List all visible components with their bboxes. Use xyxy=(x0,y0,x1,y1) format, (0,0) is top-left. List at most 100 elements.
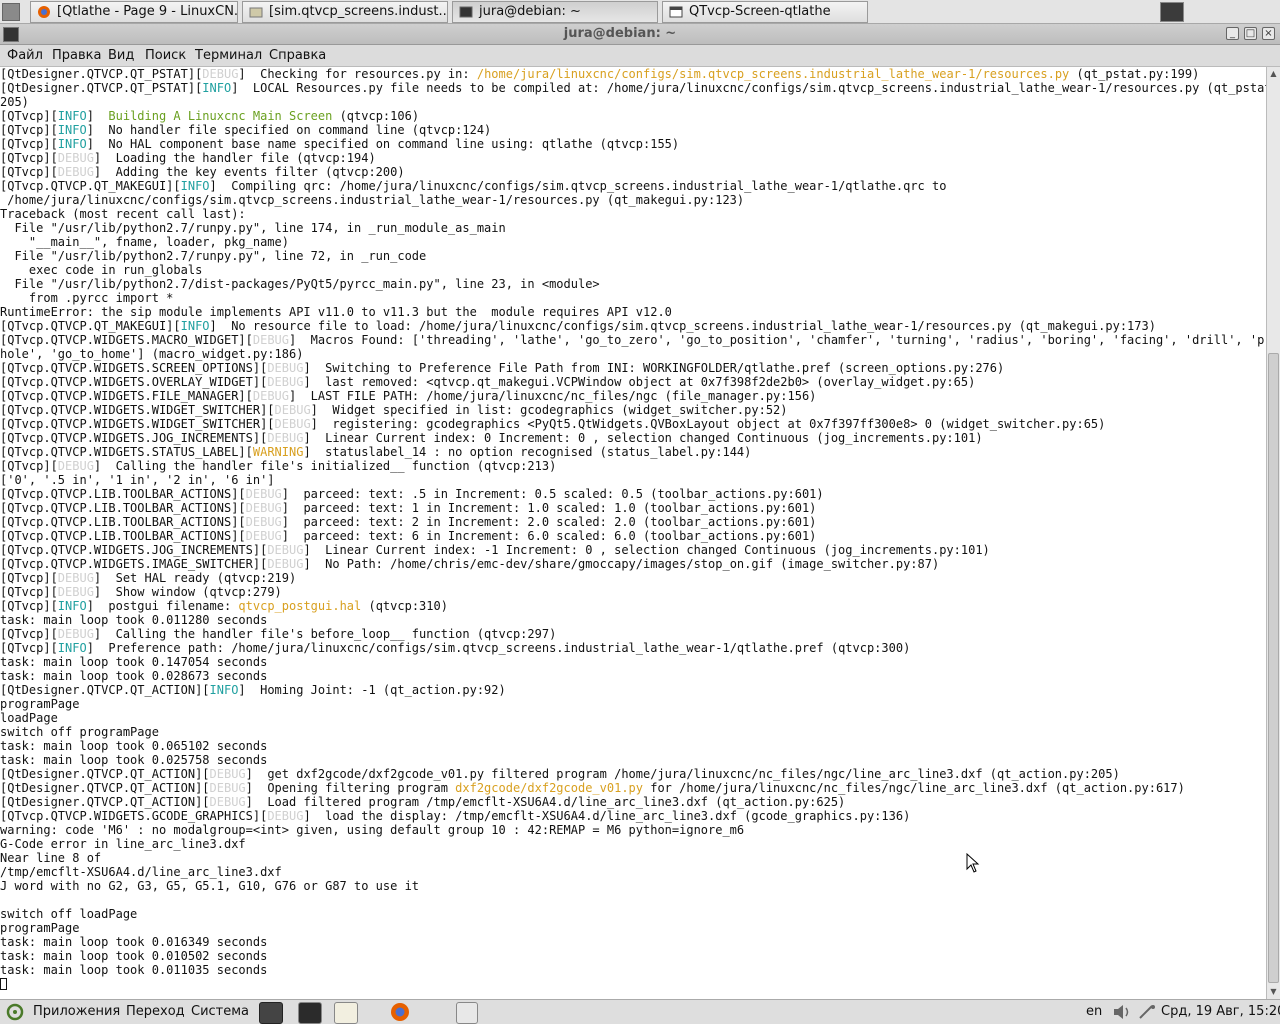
log-text: programPage xyxy=(0,697,80,711)
menu-search[interactable]: Поиск xyxy=(145,48,186,63)
terminal-line: [QTvcp][INFO] postgui filename: qtvcp_po… xyxy=(0,599,1266,613)
log-level-debug: DEBUG xyxy=(267,361,304,375)
log-text: Traceback (most recent call last): xyxy=(0,207,246,221)
menu-terminal[interactable]: Терминал xyxy=(195,48,262,63)
log-text: [QtDesigner.QTVCP.QT_ACTION][ xyxy=(0,683,210,697)
minimize-button[interactable]: _ xyxy=(1226,27,1239,40)
log-text: ] Load filtered program /tmp/emcflt-XSU6… xyxy=(245,795,846,809)
system-menu[interactable]: Система xyxy=(191,1004,249,1019)
maximize-button[interactable]: □ xyxy=(1244,27,1257,40)
terminal-line: [QTvcp][INFO] Preference path: /home/jur… xyxy=(0,641,1266,655)
log-text: [QTvcp][ xyxy=(0,165,58,179)
places-menu[interactable]: Переход xyxy=(126,1004,185,1019)
taskbar-button-qtvcp[interactable]: QTvcp-Screen-qtlathe xyxy=(662,1,868,23)
terminal-line: [QTvcp.QTVCP.WIDGETS.FILE_MANAGER][DEBUG… xyxy=(0,389,1266,403)
log-text: [QtDesigner.QTVCP.QT_PSTAT][ xyxy=(0,67,203,81)
scroll-down-arrow-icon[interactable]: ▼ xyxy=(1267,985,1280,999)
taskbar-button-forum[interactable]: [Qtlathe - Page 9 - LinuxCN... xyxy=(30,1,238,23)
log-text: [QTvcp][ xyxy=(0,151,58,165)
terminal-line: [QtDesigner.QTVCP.QT_ACTION][DEBUG] Load… xyxy=(0,795,1266,809)
log-text: [QtDesigner.QTVCP.QT_PSTAT][ xyxy=(0,81,203,95)
terminal-line: loadPage xyxy=(0,711,1266,725)
terminal-line: hole', 'go_to_home'] (macro_widget.py:18… xyxy=(0,347,1266,361)
menu-file[interactable]: Файл xyxy=(7,48,43,63)
log-text: task: main loop took 0.011280 seconds xyxy=(0,613,268,627)
log-text: "__main__", fname, loader, pkg_name) xyxy=(0,235,289,249)
terminal-line: RuntimeError: the sip module implements … xyxy=(0,305,1266,319)
log-text: [QTvcp.QTVCP.LIB.TOOLBAR_ACTIONS][ xyxy=(0,515,246,529)
log-text: [QTvcp.QTVCP.LIB.TOOLBAR_ACTIONS][ xyxy=(0,487,246,501)
scrollbar-thumb[interactable] xyxy=(1268,353,1279,983)
log-text: ] parceed: text: 2 in Increment: 2.0 sca… xyxy=(281,515,817,529)
log-level-debug: DEBUG xyxy=(57,459,94,473)
terminal-line: [QTvcp.QTVCP.QT_MAKEGUI][INFO] No resour… xyxy=(0,319,1266,333)
menu-view[interactable]: Вид xyxy=(108,48,134,63)
log-text: /home/jura/linuxcnc/configs/sim.qtvcp_sc… xyxy=(0,193,745,207)
log-level-info: INFO xyxy=(202,81,232,95)
log-text: loadPage xyxy=(0,711,58,725)
terminal-line: [QTvcp][INFO] No handler file specified … xyxy=(0,123,1266,137)
terminal-line: [QTvcp.QTVCP.WIDGETS.IMAGE_SWITCHER][DEB… xyxy=(0,557,1266,571)
terminal-line: programPage xyxy=(0,697,1266,711)
taskbar-button-label: jura@debian: ~ xyxy=(479,4,581,19)
terminal-line: [QtDesigner.QTVCP.QT_ACTION][DEBUG] get … xyxy=(0,767,1266,781)
terminal-line: G-Code error in line_arc_line3.dxf xyxy=(0,837,1266,851)
log-level-debug: DEBUG xyxy=(57,165,94,179)
network-icon[interactable] xyxy=(1138,1004,1156,1020)
taskbar-button-label: QTvcp-Screen-qtlathe xyxy=(689,4,831,19)
terminal-line: [QTvcp.QTVCP.WIDGETS.GCODE_GRAPHICS][DEB… xyxy=(0,809,1266,823)
linuxcnc-launcher-icon[interactable] xyxy=(259,1002,283,1024)
log-text: ] Widget specified in list: gcodegraphic… xyxy=(310,403,788,417)
log-text: [QTvcp.QTVCP.WIDGETS.WIDGET_SWITCHER][ xyxy=(0,403,275,417)
terminal-line: warning: code 'M6' : no modalgroup=<int>… xyxy=(0,823,1266,837)
terminal-line: [QTvcp][DEBUG] Set HAL ready (qtvcp:219) xyxy=(0,571,1266,585)
log-level-hl: qtvcp_postgui.hal xyxy=(238,599,362,613)
log-level-debug: DEBUG xyxy=(267,431,304,445)
log-text: task: main loop took 0.025758 seconds xyxy=(0,753,268,767)
close-button[interactable]: × xyxy=(1262,27,1275,40)
taskbar-button-terminal[interactable]: jura@debian: ~ xyxy=(452,1,658,23)
taskbar-button-file-manager[interactable]: [sim.qtvcp_screens.indust... xyxy=(242,1,448,23)
log-text: 205) xyxy=(0,95,29,109)
log-level-debug: DEBUG xyxy=(245,501,282,515)
volume-icon[interactable] xyxy=(1112,1004,1132,1020)
log-text: task: main loop took 0.011035 seconds xyxy=(0,963,268,977)
log-text: [QTvcp.QTVCP.LIB.TOOLBAR_ACTIONS][ xyxy=(0,501,246,515)
menu-edit[interactable]: Правка xyxy=(52,48,101,63)
log-level-green: Building A Linuxcnc Main Screen xyxy=(108,109,333,123)
log-text: ] Calling the handler file's initialized… xyxy=(93,459,557,473)
log-text: task: main loop took 0.016349 seconds xyxy=(0,935,268,949)
terminal-line: [QTvcp.QTVCP.WIDGETS.JOG_INCREMENTS][DEB… xyxy=(0,543,1266,557)
terminal-scrollbar[interactable]: ▲ ▼ xyxy=(1266,67,1280,999)
terminal-launcher-icon[interactable] xyxy=(298,1002,322,1024)
menu-help[interactable]: Справка xyxy=(269,48,326,63)
log-text: ] No Path: /home/chris/emc-dev/share/gmo… xyxy=(303,557,940,571)
terminal-line: [QTvcp][DEBUG] Calling the handler file'… xyxy=(0,627,1266,641)
keyboard-layout-indicator[interactable]: en xyxy=(1086,1004,1102,1019)
trash-applet-icon[interactable] xyxy=(456,1002,478,1024)
log-text: File "/usr/lib/python2.7/runpy.py", line… xyxy=(0,249,427,263)
terminal-line: [QTvcp.QTVCP.WIDGETS.WIDGET_SWITCHER][DE… xyxy=(0,403,1266,417)
log-text: /tmp/emcflt-XSU6A4.d/line_arc_line3.dxf xyxy=(0,865,282,879)
log-level-info: INFO xyxy=(209,683,239,697)
log-level-debug: DEBUG xyxy=(267,557,304,571)
log-text: ] Adding the key events filter (qtvcp:20… xyxy=(93,165,405,179)
log-text: [QtDesigner.QTVCP.QT_ACTION][ xyxy=(0,795,210,809)
log-text: ] Calling the handler file's before_loop… xyxy=(93,627,557,641)
show-desktop-icon[interactable] xyxy=(1160,2,1184,22)
terminal-line: [QTvcp][DEBUG] Adding the key events fil… xyxy=(0,165,1266,179)
window-titlebar[interactable]: jura@debian: ~ _ □ × xyxy=(0,24,1280,45)
log-text: ] No handler file specified on command l… xyxy=(86,123,492,137)
log-level-debug: DEBUG xyxy=(245,487,282,501)
scroll-up-arrow-icon[interactable]: ▲ xyxy=(1267,67,1280,81)
firefox-launcher-icon[interactable] xyxy=(389,1002,411,1022)
applications-menu[interactable]: Приложения xyxy=(33,1004,120,1019)
text-editor-launcher-icon[interactable] xyxy=(334,1002,358,1024)
mate-logo-icon[interactable] xyxy=(6,1003,24,1021)
terminal-line: task: main loop took 0.028673 seconds xyxy=(0,669,1266,683)
clock[interactable]: Срд, 19 Авг, 15:20 xyxy=(1161,1004,1280,1019)
terminal-line: [QTvcp][DEBUG] Loading the handler file … xyxy=(0,151,1266,165)
window-list-icon[interactable] xyxy=(2,3,20,21)
terminal-line: switch off programPage xyxy=(0,725,1266,739)
terminal-output[interactable]: [QtDesigner.QTVCP.QT_PSTAT][DEBUG] Check… xyxy=(0,67,1266,999)
